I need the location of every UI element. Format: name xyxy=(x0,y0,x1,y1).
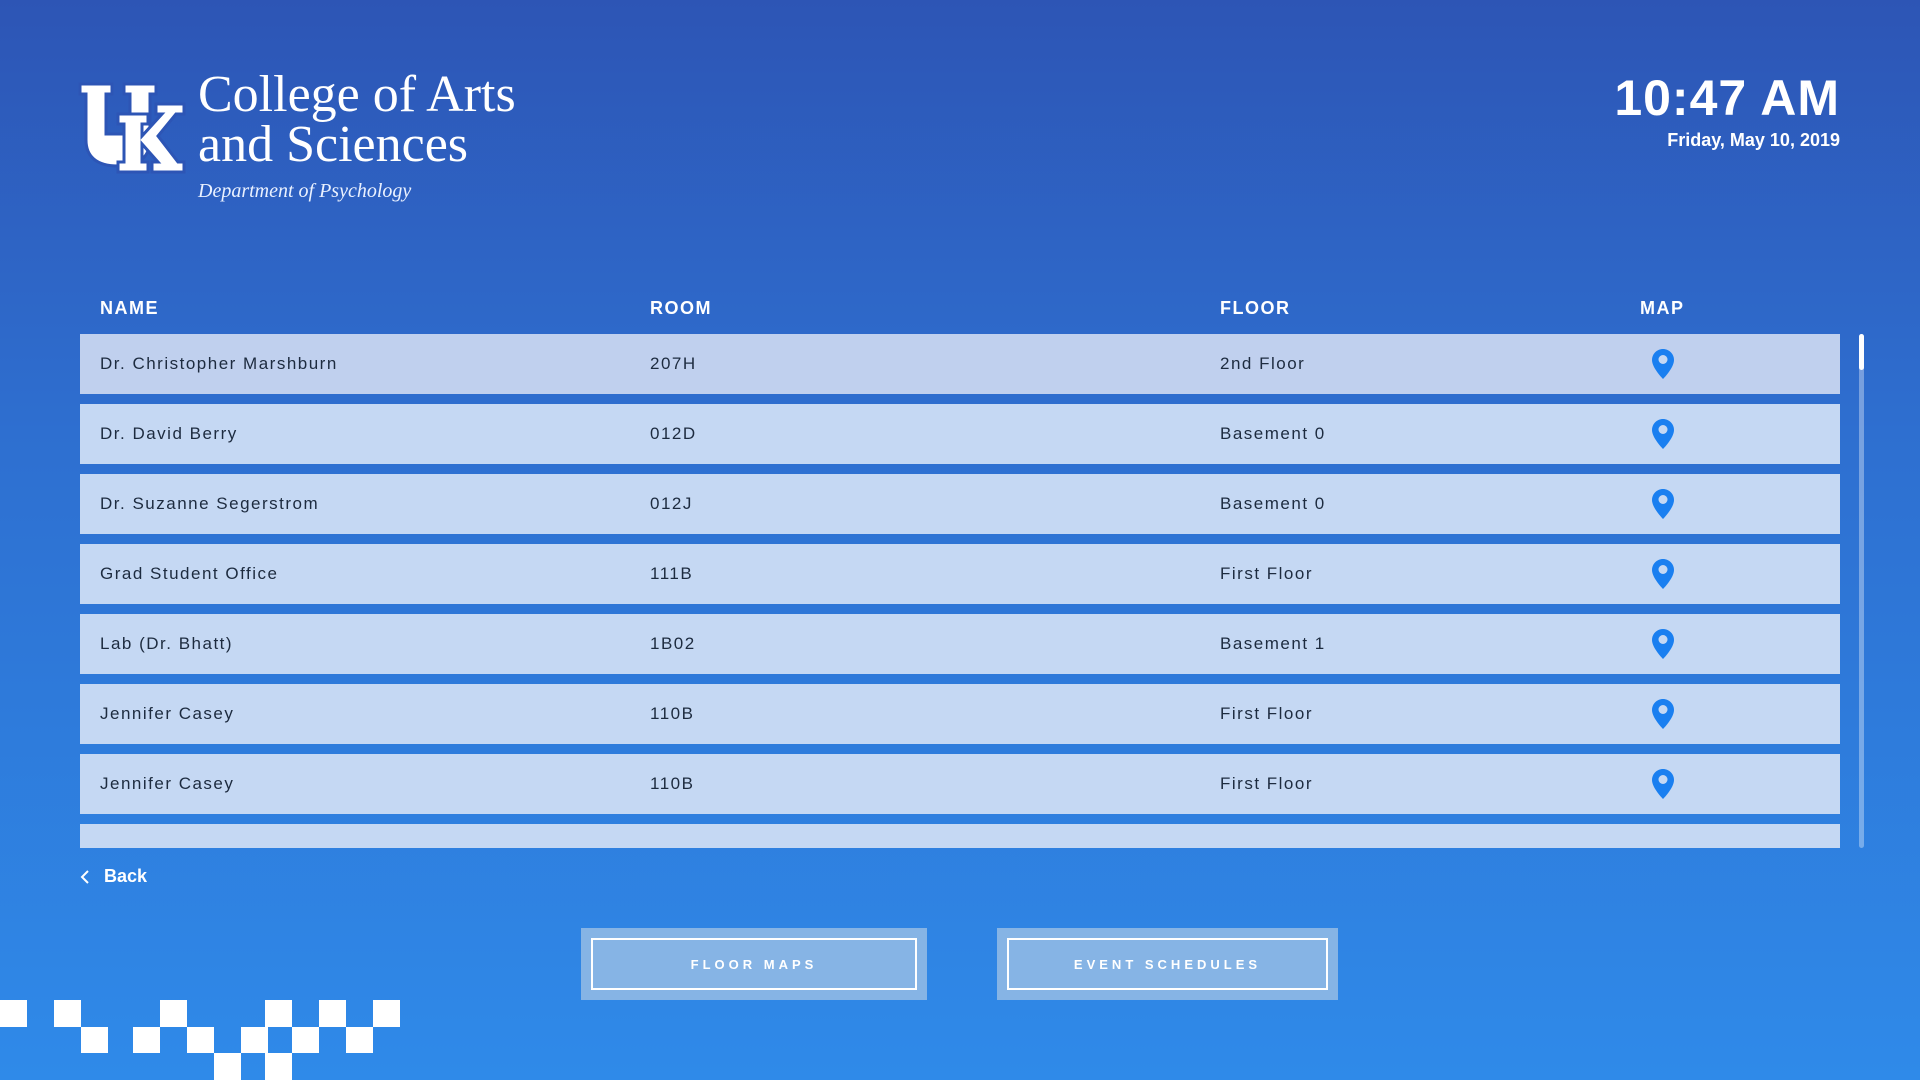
clock-time: 10:47 AM xyxy=(1614,70,1840,126)
cell-floor: Basement 0 xyxy=(1220,494,1326,513)
cell-name: Dr. David Berry xyxy=(100,424,238,443)
scrollbar-thumb[interactable] xyxy=(1859,334,1864,370)
cell-map xyxy=(1640,419,1840,449)
table-header: NAME ROOM FLOOR MAP xyxy=(80,290,1840,326)
directory-table: NAME ROOM FLOOR MAP Dr. Christopher Mars… xyxy=(80,290,1840,848)
checker-pattern-decoration xyxy=(0,1000,400,1080)
map-pin-icon[interactable] xyxy=(1652,699,1674,729)
map-pin-icon[interactable] xyxy=(1652,769,1674,799)
table-row-partial[interactable] xyxy=(80,824,1840,848)
cell-floor: Basement 1 xyxy=(1220,634,1326,653)
table-rows[interactable]: Dr. Christopher Marshburn 207H 2nd Floor… xyxy=(80,334,1840,848)
cell-name: Dr. Suzanne Segerstrom xyxy=(100,494,320,513)
cell-room: 1B02 xyxy=(650,634,696,653)
back-button[interactable]: Back xyxy=(80,866,147,887)
table-row[interactable]: Dr. Christopher Marshburn 207H 2nd Floor xyxy=(80,334,1840,394)
cell-name: Lab (Dr. Bhatt) xyxy=(100,634,234,653)
brand: College of Arts and Sciences Department … xyxy=(198,66,516,203)
table-row[interactable]: Jennifer Casey 110B First Floor xyxy=(80,754,1840,814)
cell-room: 111B xyxy=(650,564,694,583)
cell-map xyxy=(1640,489,1840,519)
cell-floor: Basement 0 xyxy=(1220,424,1326,443)
cell-map xyxy=(1640,769,1840,799)
table-scrollbar[interactable] xyxy=(1859,334,1864,848)
cell-room: 110B xyxy=(650,774,695,793)
cell-name: Dr. Christopher Marshburn xyxy=(100,354,338,373)
cell-name: Jennifer Casey xyxy=(100,774,235,793)
map-pin-icon[interactable] xyxy=(1652,419,1674,449)
column-header-map: MAP xyxy=(1640,297,1685,318)
table-row[interactable]: Jennifer Casey 110B First Floor xyxy=(80,684,1840,744)
cell-floor: First Floor xyxy=(1220,564,1313,583)
cell-name: Jennifer Casey xyxy=(100,704,235,723)
map-pin-icon[interactable] xyxy=(1652,559,1674,589)
cell-name: Grad Student Office xyxy=(100,564,279,583)
clock-date: Friday, May 10, 2019 xyxy=(1667,130,1840,150)
table-row[interactable]: Lab (Dr. Bhatt) 1B02 Basement 1 xyxy=(80,614,1840,674)
brand-title-line1: College of Arts xyxy=(198,66,516,123)
cell-room: 012J xyxy=(650,494,693,513)
cell-floor: First Floor xyxy=(1220,704,1313,723)
table-row[interactable]: Grad Student Office 111B First Floor xyxy=(80,544,1840,604)
floor-maps-button[interactable]: FLOOR MAPS xyxy=(591,938,917,990)
map-pin-icon[interactable] xyxy=(1652,489,1674,519)
department-subtitle: Department of Psychology xyxy=(198,180,412,202)
event-schedules-button-frame: EVENT SCHEDULES xyxy=(997,928,1338,1000)
table-row[interactable]: Dr. David Berry 012D Basement 0 xyxy=(80,404,1840,464)
clock: 10:47 AM Friday, May 10, 2019 xyxy=(1614,70,1840,151)
table-row[interactable]: Dr. Suzanne Segerstrom 012J Basement 0 xyxy=(80,474,1840,534)
header: College of Arts and Sciences Department … xyxy=(78,66,516,203)
cell-room: 207H xyxy=(650,354,697,373)
cell-room: 012D xyxy=(650,424,697,443)
cell-map xyxy=(1640,699,1840,729)
back-label: Back xyxy=(104,866,148,886)
column-header-floor: FLOOR xyxy=(1220,297,1291,318)
map-pin-icon[interactable] xyxy=(1652,629,1674,659)
cell-room: 110B xyxy=(650,704,695,723)
column-header-name: NAME xyxy=(100,297,159,318)
uk-logo-icon xyxy=(78,82,186,174)
cell-map xyxy=(1640,629,1840,659)
floor-maps-button-frame: FLOOR MAPS xyxy=(581,928,927,1000)
chevron-left-icon xyxy=(80,869,89,884)
cell-map xyxy=(1640,559,1840,589)
cell-map xyxy=(1640,349,1840,379)
brand-title-line2: and Sciences xyxy=(198,116,469,173)
event-schedules-button[interactable]: EVENT SCHEDULES xyxy=(1007,938,1328,990)
cell-floor: 2nd Floor xyxy=(1220,354,1306,373)
column-header-room: ROOM xyxy=(650,297,712,318)
cell-floor: First Floor xyxy=(1220,774,1313,793)
map-pin-icon[interactable] xyxy=(1652,349,1674,379)
